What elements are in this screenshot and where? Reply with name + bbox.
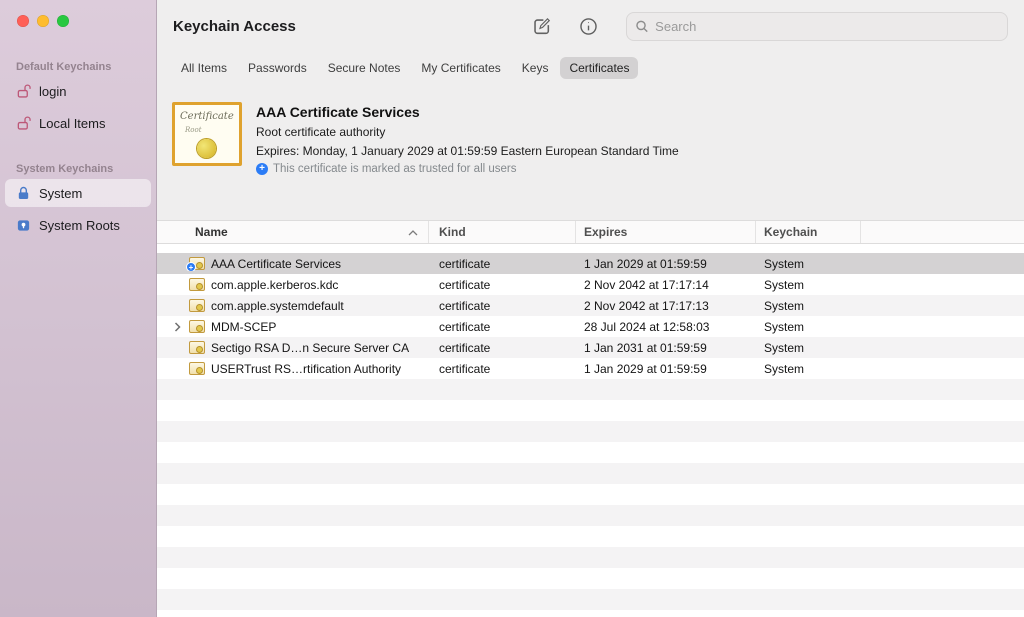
certificate-title: AAA Certificate Services xyxy=(256,104,679,120)
trust-note: + This certificate is marked as trusted … xyxy=(256,163,679,175)
trusted-plus-badge-icon: + xyxy=(186,262,196,271)
certificate-detail-header: Certificate Root AAA Certificate Service… xyxy=(157,84,1024,220)
column-header-kind[interactable]: Kind xyxy=(429,221,576,243)
sidebar-item-label: login xyxy=(39,84,66,99)
certificate-seal xyxy=(197,139,216,158)
safe-lock-icon xyxy=(15,217,31,233)
keychain-access-window: Default Keychains login Local Items Syst… xyxy=(0,0,1024,617)
column-header-keychain[interactable]: Keychain xyxy=(756,221,861,243)
certificate-image: Certificate Root xyxy=(172,102,242,166)
info-button[interactable] xyxy=(574,12,602,40)
window-title: Keychain Access xyxy=(173,18,296,35)
table-header: Name Kind Expires Keychain xyxy=(157,220,1024,244)
table-row[interactable]: Sectigo RSA D…n Secure Server CA certifi… xyxy=(157,337,1024,358)
disclosure-chevron-icon[interactable] xyxy=(172,322,183,332)
minimize-button[interactable] xyxy=(37,15,49,27)
compose-icon xyxy=(531,15,553,37)
traffic-lights xyxy=(0,0,156,27)
certificate-expiry: Expires: Monday, 1 January 2029 at 01:59… xyxy=(256,144,679,158)
column-header-name[interactable]: Name xyxy=(157,221,429,243)
tab-secure-notes[interactable]: Secure Notes xyxy=(319,57,410,79)
column-header-blank xyxy=(861,221,1024,243)
table-row[interactable]: MDM-SCEP certificate 28 Jul 2024 at 12:5… xyxy=(157,316,1024,337)
unlocked-padlock-icon xyxy=(15,115,31,131)
table-row[interactable]: com.apple.systemdefault certificate 2 No… xyxy=(157,295,1024,316)
sidebar-item-local-items[interactable]: Local Items xyxy=(5,109,151,137)
column-header-expires[interactable]: Expires xyxy=(576,221,756,243)
certificate-icon: + xyxy=(189,257,205,270)
certificate-icon xyxy=(189,362,205,375)
search-field[interactable] xyxy=(626,12,1008,41)
sidebar-item-label: System Roots xyxy=(39,218,120,233)
sidebar-section-system-keychains: System Keychains xyxy=(16,163,156,175)
certificate-icon xyxy=(189,278,205,291)
empty-rows-area xyxy=(157,379,1024,617)
zoom-button[interactable] xyxy=(57,15,69,27)
sidebar: Default Keychains login Local Items Syst… xyxy=(0,0,157,617)
sort-ascending-icon xyxy=(408,230,418,236)
tab-my-certificates[interactable]: My Certificates xyxy=(412,57,509,79)
tab-all-items[interactable]: All Items xyxy=(172,57,236,79)
certificate-icon xyxy=(189,299,205,312)
main-content: Keychain Access xyxy=(157,0,1024,617)
table-row[interactable]: + AAA Certificate Services certificate 1… xyxy=(157,253,1024,274)
sidebar-item-login[interactable]: login xyxy=(5,77,151,105)
sidebar-item-label: System xyxy=(39,186,82,201)
tab-passwords[interactable]: Passwords xyxy=(239,57,316,79)
sidebar-item-system-roots[interactable]: System Roots xyxy=(5,211,151,239)
trusted-badge-icon: + xyxy=(256,163,268,175)
certificate-subtitle: Root certificate authority xyxy=(256,125,679,139)
sidebar-item-label: Local Items xyxy=(39,116,105,131)
certificate-icon xyxy=(189,341,205,354)
unlocked-padlock-icon xyxy=(15,83,31,99)
certificate-icon xyxy=(189,320,205,333)
locked-padlock-icon xyxy=(15,185,31,201)
tab-keys[interactable]: Keys xyxy=(513,57,558,79)
category-tabs: All Items Passwords Secure Notes My Cert… xyxy=(157,52,1024,84)
table-row[interactable]: USERTrust RS…rtification Authority certi… xyxy=(157,358,1024,379)
tab-certificates[interactable]: Certificates xyxy=(560,57,638,79)
search-icon xyxy=(635,19,649,34)
close-button[interactable] xyxy=(17,15,29,27)
certificate-list: + AAA Certificate Services certificate 1… xyxy=(157,253,1024,379)
table-row[interactable]: com.apple.kerberos.kdc certificate 2 Nov… xyxy=(157,274,1024,295)
sidebar-section-default-keychains: Default Keychains xyxy=(16,61,156,73)
new-item-button[interactable] xyxy=(528,12,556,40)
table-spacer xyxy=(157,244,1024,253)
info-icon xyxy=(578,16,599,37)
search-input[interactable] xyxy=(655,19,999,34)
sidebar-item-system[interactable]: System xyxy=(5,179,151,207)
toolbar: Keychain Access xyxy=(157,0,1024,52)
